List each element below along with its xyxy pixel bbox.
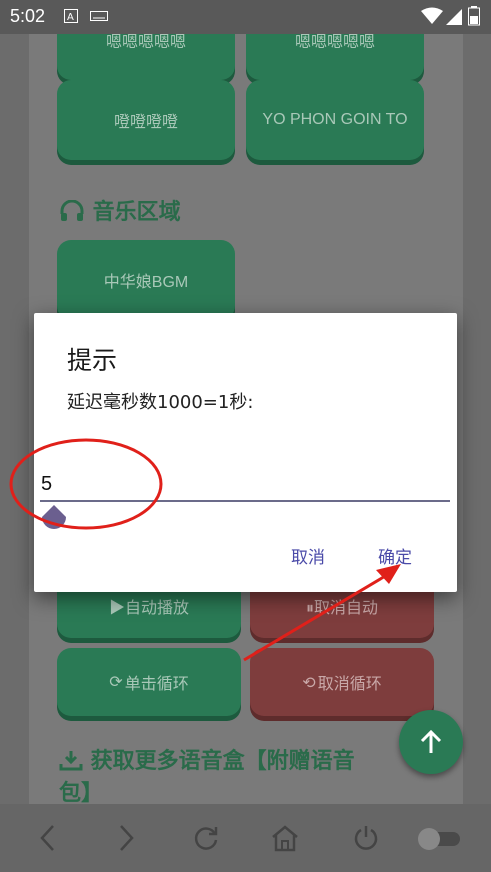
sound-button-yophon[interactable]: YO PHON GOIN TO xyxy=(246,80,424,160)
forward-icon[interactable] xyxy=(116,824,136,852)
status-bar: 5:02 A xyxy=(0,0,491,34)
single-loop-button[interactable]: ⟳ 单击循环 xyxy=(57,648,241,716)
music-section-heading: 音乐区域 xyxy=(59,194,181,226)
svg-text:A: A xyxy=(67,12,74,23)
more-voice-title-line1: 获取更多语音盒【附赠语音 xyxy=(90,749,355,774)
cancel-loop-button[interactable]: ⟲ 取消循环 xyxy=(250,648,434,716)
download-icon xyxy=(59,751,83,771)
confirm-button[interactable]: 确定 xyxy=(378,543,412,568)
delay-dialog: 提示 延迟毫秒数1000=1秒: 取消 确定 xyxy=(34,313,457,592)
cancel-button[interactable]: 取消 xyxy=(291,543,325,568)
music-section-title: 音乐区域 xyxy=(92,200,181,225)
text-a-icon: A xyxy=(64,9,78,23)
sound-button-dengdeng[interactable]: 噔噔噔噔 xyxy=(57,80,235,160)
undo-icon: ⟲ xyxy=(302,672,316,692)
more-voice-title-line2: 包】 xyxy=(59,781,104,804)
keyboard-icon xyxy=(90,11,108,21)
sound-button-top-right[interactable]: 嗯嗯嗯嗯嗯 xyxy=(246,34,424,80)
text-cursor-handle[interactable] xyxy=(40,503,68,531)
dialog-title: 提示 xyxy=(67,346,118,375)
refresh-icon[interactable] xyxy=(192,824,220,852)
single-loop-label: 单击循环 xyxy=(124,676,189,693)
status-time: 5:02 xyxy=(10,6,46,26)
arrow-up-icon xyxy=(420,729,442,753)
home-icon[interactable] xyxy=(270,824,300,852)
more-voice-section-heading: 获取更多语音盒【附赠语音 包】 xyxy=(59,746,399,804)
scroll-top-button[interactable] xyxy=(399,710,463,774)
dialog-message: 延迟毫秒数1000=1秒: xyxy=(67,392,254,413)
cancel-loop-label: 取消循环 xyxy=(317,674,382,693)
battery-icon xyxy=(468,6,480,26)
refresh-icon: ⟳ xyxy=(109,674,123,691)
delay-input[interactable] xyxy=(40,468,450,502)
toggle-switch-icon[interactable] xyxy=(416,824,462,854)
power-icon[interactable] xyxy=(352,824,380,852)
sound-button-top-left[interactable]: 嗯嗯嗯嗯嗯 xyxy=(57,34,235,80)
music-button-zhonghuaniang[interactable]: 中华娘BGM xyxy=(57,240,235,320)
wifi-icon xyxy=(421,7,443,24)
signal-icon xyxy=(446,9,462,25)
bottom-nav-bar xyxy=(0,804,491,872)
back-icon[interactable] xyxy=(38,824,58,852)
headphones-icon xyxy=(60,199,84,221)
